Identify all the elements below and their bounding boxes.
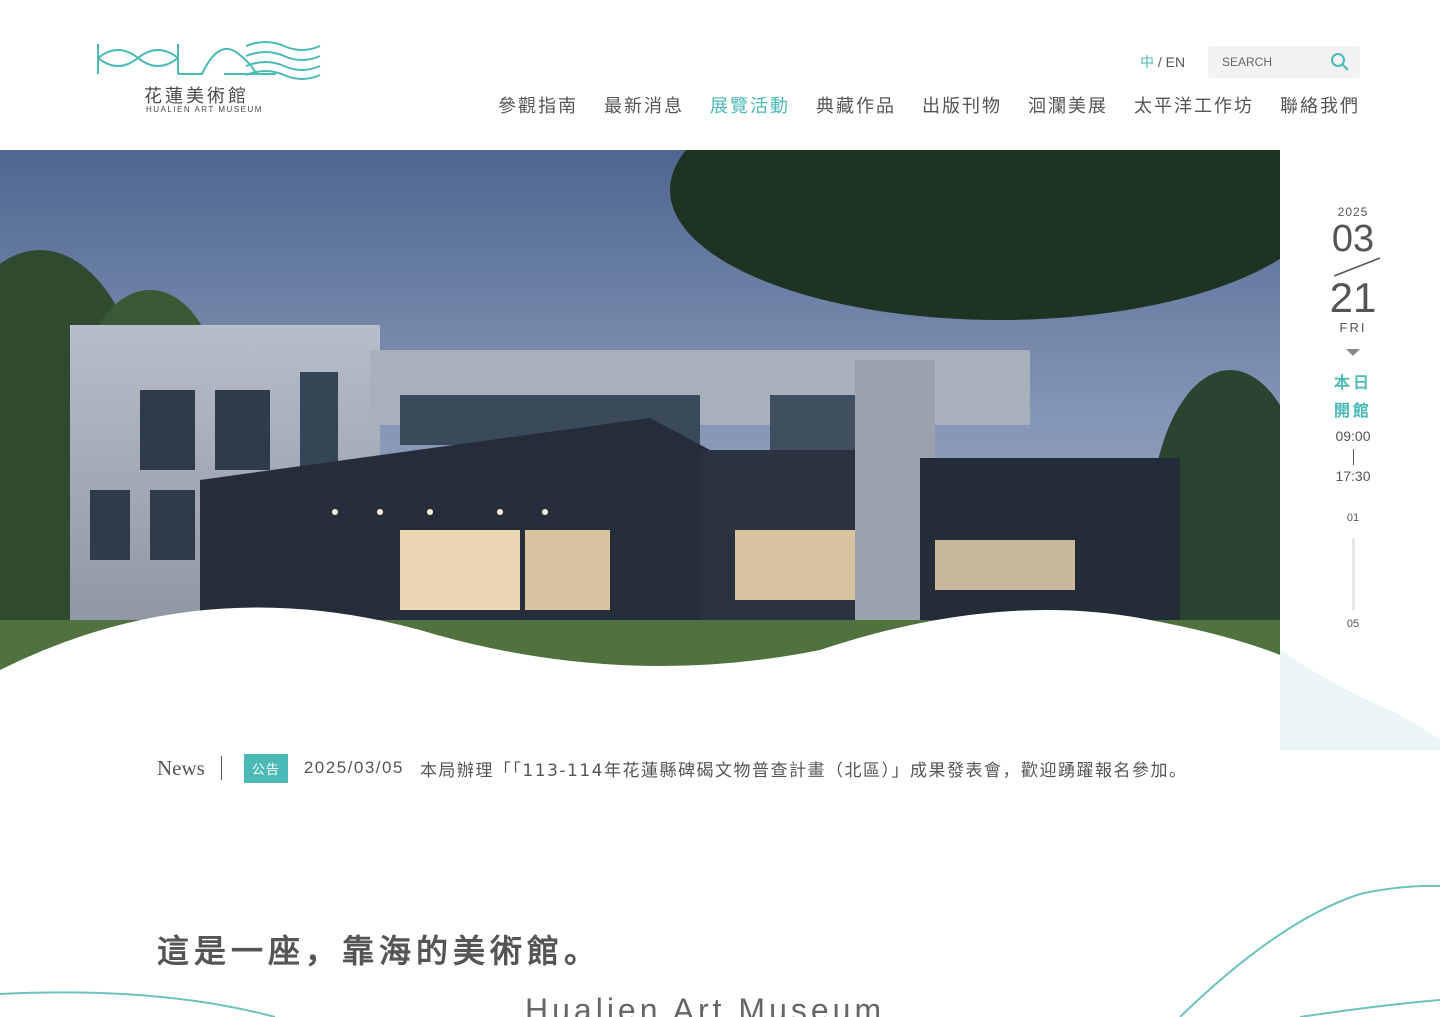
open-status: 本日 開館 [1280,369,1426,425]
news-label: News [157,755,205,780]
today-weekday: FRI [1339,320,1367,335]
slide-total-count: 05 [1346,618,1360,630]
nav-exhibitions[interactable]: 展覽活動 [710,92,790,118]
nav-latest-news[interactable]: 最新消息 [604,92,684,118]
opening-time: 09:00 [1335,428,1371,444]
news-divider [220,756,222,780]
intro-subtitle: Hualien Art Museum [525,992,886,1017]
open-status-line1: 本日 [1333,373,1372,392]
lang-zh-link[interactable]: 中 [1140,54,1154,70]
slide-current-index: 01 [1346,512,1360,524]
lang-separator: / [1157,54,1162,70]
news-headline-link[interactable]: 本局辦理「「113-114年花蓮縣碑碣文物普查計畫（北區）」成果發表會，歡迎踴躍… [420,756,1188,781]
logo-wave-mark [97,41,321,80]
today-year: 2025 [1337,205,1369,219]
intro-tagline: 這是一座，靠海的美術館。 [157,932,602,970]
hero-slideshow[interactable] [0,150,1280,680]
language-switcher: 中 / EN [1140,52,1185,72]
today-month: 03 [1331,218,1375,260]
nav-hualien-art-exhibition[interactable]: 洄瀾美展 [1028,92,1108,118]
chevron-down-icon[interactable] [1346,349,1360,356]
main-nav: 參觀指南 最新消息 展覽活動 典藏作品 出版刊物 洄瀾美展 太平洋工作坊 聯絡我… [498,92,1360,118]
open-status-line2: 開館 [1333,401,1372,420]
hero-museum-photo [0,150,1280,680]
news-category-badge: 公告 [243,753,288,783]
time-divider [1353,449,1354,465]
nav-contact-us[interactable]: 聯絡我們 [1280,92,1360,118]
logo-english-name: HUALIEN ART MUSEUM [146,105,263,114]
slide-progress-track[interactable] [1352,538,1355,610]
news-ticker: News 公告 2025/03/05 本局辦理「「113-114年花蓮縣碑碣文物… [157,752,1187,784]
nav-pacific-workshop[interactable]: 太平洋工作坊 [1134,92,1254,118]
closing-time: 17:30 [1335,468,1371,484]
nav-visit-guide[interactable]: 參觀指南 [498,92,578,118]
nav-collections[interactable]: 典藏作品 [816,92,896,118]
nav-publications[interactable]: 出版刊物 [922,92,1002,118]
lang-en-link[interactable]: EN [1166,54,1185,70]
search-icon[interactable] [1330,52,1350,72]
today-day: 21 [1329,274,1377,321]
search-box [1208,46,1360,78]
news-date: 2025/03/05 [303,758,404,777]
site-header: 花蓮美術館 HUALIEN ART MUSEUM 中 / EN 參觀指南 最新消… [0,0,1440,150]
museum-logo[interactable]: 花蓮美術館 HUALIEN ART MUSEUM [96,38,322,118]
search-input[interactable] [1222,53,1322,71]
today-panel: 2025 03 21 FRI 本日 開館 09:00 17:30 01 05 [1280,150,1440,750]
